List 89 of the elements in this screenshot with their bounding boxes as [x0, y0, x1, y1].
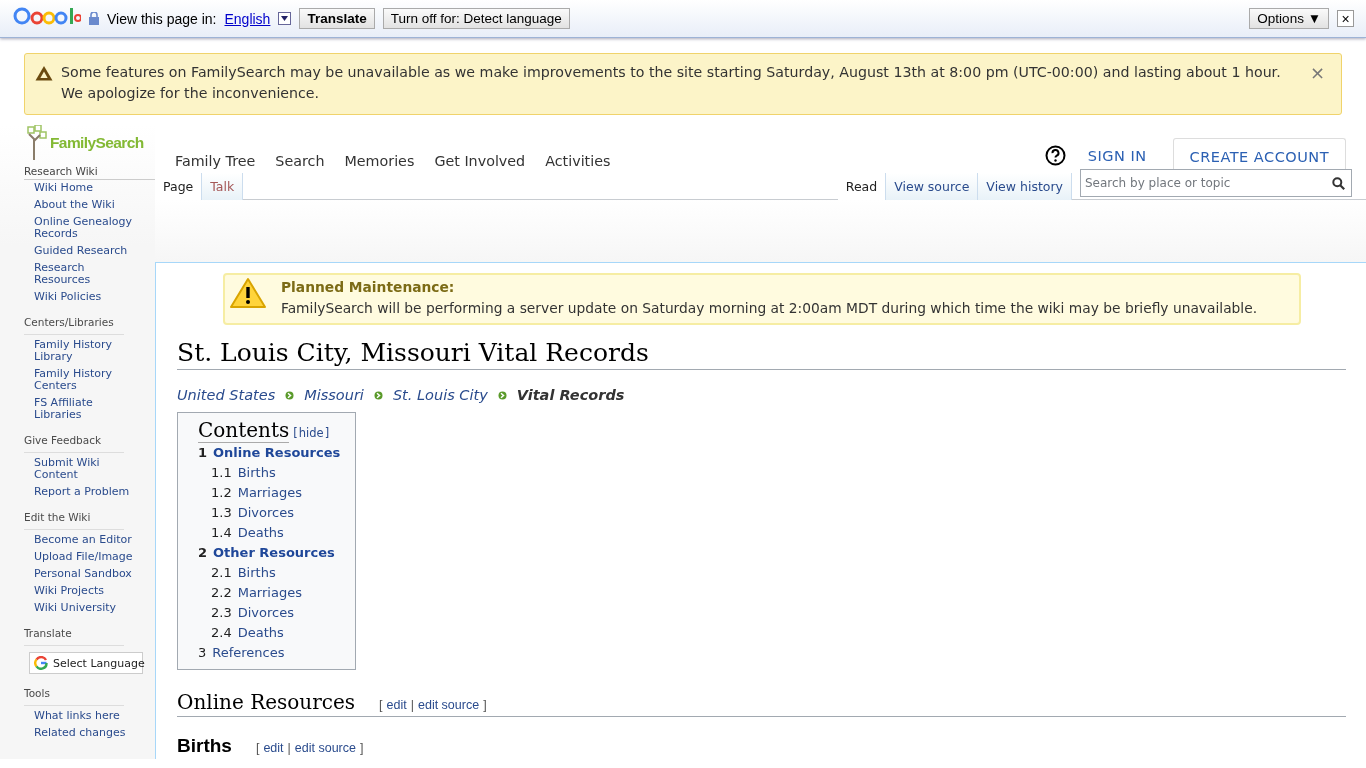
page-tab[interactable]: Talk: [202, 173, 244, 200]
sidebar-link[interactable]: Wiki Projects: [24, 585, 139, 597]
nav-link[interactable]: Family Tree: [175, 153, 256, 169]
bracket-text: [: [255, 741, 260, 755]
notice-text: Some features on FamilySearch may be unavailable as we make improvements to the site starting Saturday, August 13th at 8:00 pm (UTC-00:00) and lasting about 1 hour. We apologize for the inconvenience.: [61, 63, 1282, 103]
contents-link[interactable]: 1.2 Marriages: [211, 483, 341, 503]
google-g-icon: [34, 656, 48, 670]
language-link[interactable]: English: [224, 10, 271, 27]
maintenance-title: Planned Maintenance:: [281, 278, 456, 297]
separator-text: |: [287, 741, 291, 755]
search-field[interactable]: Search by place or topic: [1080, 169, 1352, 197]
arrow-icon: [285, 390, 295, 400]
sidebar-link[interactable]: Upload File/Image: [24, 551, 139, 563]
contents-link[interactable]: 2 Other Resources: [198, 543, 341, 563]
sidebar-link[interactable]: Personal Sandbox: [24, 568, 139, 580]
nav-link[interactable]: Get Involved: [434, 153, 526, 169]
nav-link[interactable]: Activities: [545, 153, 611, 169]
page-tab[interactable]: Page: [155, 173, 203, 200]
sidebar-link[interactable]: Related changes: [24, 727, 139, 739]
sidebar-heading: Tools: [24, 687, 124, 706]
sidebar-link[interactable]: Research Resources: [24, 262, 139, 286]
sidebar-link[interactable]: Report a Problem: [24, 486, 139, 498]
sidebar-link[interactable]: Family History Library: [24, 339, 139, 363]
help-icon[interactable]: [1044, 145, 1066, 166]
sidebar-link[interactable]: Online Genealogy Records: [24, 216, 139, 240]
bracket-text: ]: [359, 741, 364, 755]
close-button[interactable]: ×: [1337, 10, 1354, 27]
sidebar-link[interactable]: Wiki Policies: [24, 291, 139, 303]
translate-button[interactable]: Translate: [299, 8, 375, 29]
contents-link[interactable]: 1.3 Divorces: [211, 503, 341, 523]
bracket-text: ]: [324, 425, 330, 442]
contents-link[interactable]: 3 References: [198, 643, 341, 663]
sidebar-link[interactable]: Become an Editor: [24, 534, 139, 546]
breadcrumb-link[interactable]: St. Louis City: [392, 387, 488, 403]
familysearch-logo: FamilySearch: [50, 134, 144, 152]
bracket-text: ]: [483, 698, 487, 712]
sidebar-link[interactable]: About the Wiki: [24, 199, 139, 211]
section-heading: Online Resources: [177, 690, 356, 714]
sidebar-link[interactable]: Family History Centers: [24, 368, 139, 392]
bracket-text: [: [379, 698, 383, 712]
contents-link[interactable]: 1.1 Births: [211, 463, 341, 483]
edit-source-link[interactable]: edit source: [418, 698, 480, 712]
sidebar-title: Research Wiki: [24, 165, 155, 180]
maintenance-text: FamilySearch will be performing a server update on Saturday morning at 2:00am MDT during which time the wiki may be briefly unavailable.: [281, 299, 1258, 318]
nav-link[interactable]: Search: [275, 153, 325, 169]
tree-icon: [26, 125, 48, 161]
sidebar-heading: Translate: [24, 627, 124, 646]
edit-source-link[interactable]: edit source: [294, 741, 356, 755]
close-button[interactable]: ×: [1309, 62, 1325, 83]
breadcrumb-current: Vital Records: [516, 387, 625, 403]
contents-link[interactable]: 1 Online Resources: [198, 443, 341, 463]
contents-link[interactable]: 2.1 Births: [211, 563, 341, 583]
search-icon[interactable]: [1332, 176, 1345, 190]
sidebar-link[interactable]: Guided Research: [24, 245, 139, 257]
sidebar-heading: Centers/Libraries: [24, 316, 124, 335]
contents-link[interactable]: 1.4 Deaths: [211, 523, 341, 543]
lock-icon: [89, 12, 99, 25]
edit-link[interactable]: edit: [386, 698, 407, 712]
page-title: St. Louis City, Missouri Vital Records: [177, 338, 1346, 370]
sidebar-link[interactable]: Submit Wiki Content: [24, 457, 139, 481]
view-tab[interactable]: View history: [978, 173, 1072, 200]
turn-off-button[interactable]: Turn off for: Detect language: [382, 8, 570, 29]
breadcrumb-link[interactable]: United States: [177, 387, 276, 403]
sidebar-link[interactable]: What links here: [24, 710, 139, 722]
contents-link[interactable]: 2.4 Deaths: [211, 623, 341, 643]
prompt-label: View this page in:: [107, 10, 217, 27]
breadcrumb-link[interactable]: Missouri: [304, 387, 364, 403]
contents-link[interactable]: 2.2 Marriages: [211, 583, 341, 603]
arrow-icon: [497, 390, 507, 400]
view-tab[interactable]: View source: [886, 173, 979, 200]
sidebar-link[interactable]: Wiki Home: [24, 182, 139, 194]
contents-link[interactable]: 2.3 Divorces: [211, 603, 341, 623]
warning-icon: [35, 65, 53, 81]
sidebar-heading: Give Feedback: [24, 434, 124, 453]
sign-in-link[interactable]: SIGN IN: [1075, 147, 1163, 164]
sidebar-link[interactable]: Wiki University: [24, 602, 139, 614]
arrow-icon: [373, 390, 383, 400]
contents-title: Contents: [198, 418, 290, 443]
sidebar-link[interactable]: FS Affiliate Libraries: [24, 397, 139, 421]
options-button[interactable]: Options ▼: [1249, 8, 1329, 29]
nav-link[interactable]: Memories: [344, 153, 415, 169]
select-language-button[interactable]: Select Language: [29, 652, 143, 674]
bracket-text: [: [293, 425, 298, 442]
view-tab[interactable]: Read: [837, 173, 887, 200]
hide-link[interactable]: hide: [298, 423, 324, 443]
subsection-heading: Births: [177, 735, 232, 757]
sidebar-heading: Edit the Wiki: [24, 511, 124, 530]
edit-link[interactable]: edit: [263, 741, 284, 755]
separator-text: |: [410, 698, 414, 712]
